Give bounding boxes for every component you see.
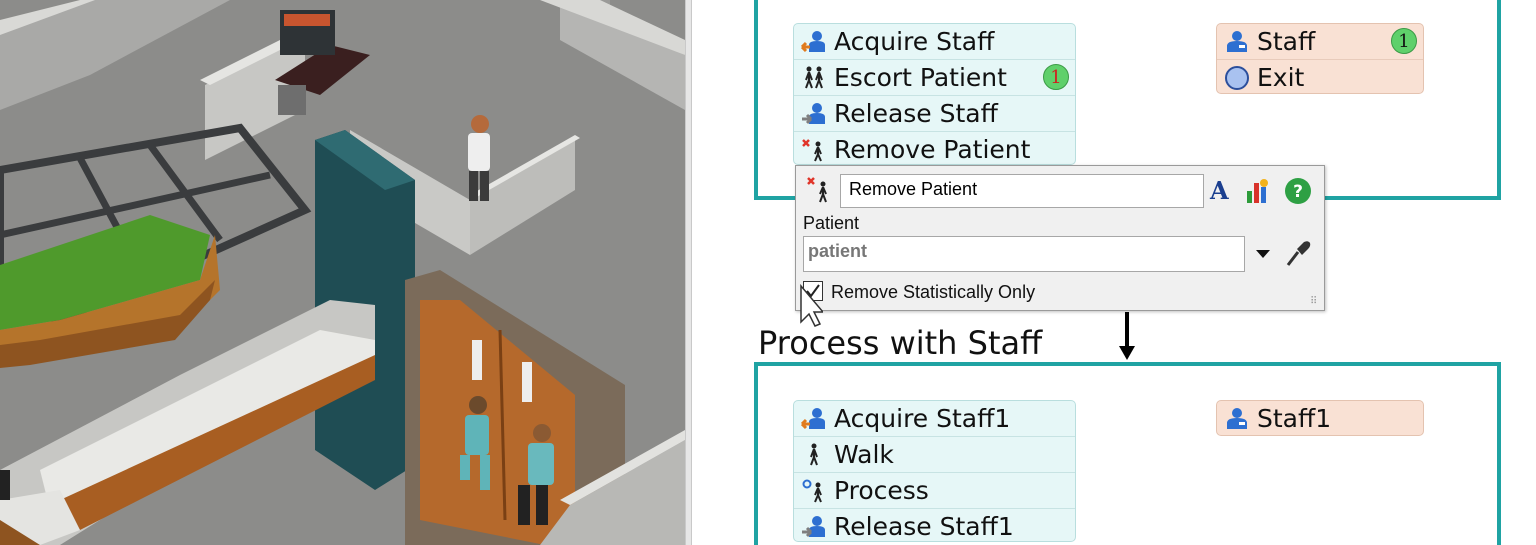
mouse-cursor-icon <box>799 283 825 332</box>
activity-process[interactable]: Process <box>794 472 1075 508</box>
resource-staff[interactable]: Staff 1 <box>1217 24 1423 59</box>
remove-patient-icon <box>800 136 828 164</box>
resource-label: Staff1 <box>1257 404 1332 433</box>
3d-scene-graphic <box>0 0 685 545</box>
dropdown-arrow-icon[interactable] <box>1256 250 1270 258</box>
staff-icon <box>1223 405 1251 433</box>
process-icon <box>800 477 828 505</box>
activity-label: Process <box>834 476 929 505</box>
activity-properties-popup[interactable]: Remove Patient A ? Patient patient Remov… <box>795 165 1325 327</box>
3d-view[interactable] <box>0 0 685 545</box>
resource-count-badge: 1 <box>1391 28 1417 54</box>
activity-list-process[interactable]: Acquire Staff1 Walk Process Release Staf… <box>793 400 1076 542</box>
staff-icon <box>1223 28 1251 56</box>
activity-label: Release Staff1 <box>834 512 1014 541</box>
activity-label: Acquire Staff1 <box>834 404 1011 433</box>
connector-arrowhead <box>1119 346 1135 360</box>
activity-label: Acquire Staff <box>834 27 995 56</box>
activity-escort-patient[interactable]: Escort Patient 1 <box>794 59 1075 95</box>
resource-list-process[interactable]: Staff1 <box>1216 400 1424 436</box>
activity-label: Release Staff <box>834 99 998 128</box>
release-staff-icon <box>800 100 828 128</box>
activity-label: Walk <box>834 440 894 469</box>
svg-text:?: ? <box>1293 182 1303 202</box>
activity-label: Escort Patient <box>834 63 1007 92</box>
activity-release-staff1[interactable]: Release Staff1 <box>794 508 1075 544</box>
activity-acquire-staff[interactable]: Acquire Staff <box>794 24 1075 59</box>
visuals-icon[interactable] <box>1244 177 1272 209</box>
font-icon[interactable]: A <box>1210 176 1229 205</box>
patient-label: Patient <box>803 213 860 233</box>
pane-splitter[interactable] <box>685 0 692 545</box>
resource-label: Staff <box>1257 27 1316 56</box>
walk-icon <box>800 441 828 469</box>
resource-exit[interactable]: Exit <box>1217 59 1423 95</box>
escort-patient-icon <box>800 64 828 92</box>
activity-release-staff[interactable]: Release Staff <box>794 95 1075 131</box>
eyedropper-icon[interactable] <box>1284 238 1312 272</box>
activity-walk[interactable]: Walk <box>794 436 1075 472</box>
resource-label: Exit <box>1257 63 1305 92</box>
connector-line[interactable] <box>1125 312 1129 350</box>
release-staff-icon <box>800 513 828 541</box>
activity-label: Remove Patient <box>834 135 1031 164</box>
activity-count-badge: 1 <box>1043 64 1069 90</box>
remove-statistically-label: Remove Statistically Only <box>831 282 1036 302</box>
activity-name-input[interactable]: Remove Patient <box>840 174 1204 208</box>
activity-remove-patient[interactable]: Remove Patient <box>794 131 1075 167</box>
resource-staff1[interactable]: Staff1 <box>1217 401 1423 436</box>
patient-input[interactable]: patient <box>803 236 1245 272</box>
activity-acquire-staff1[interactable]: Acquire Staff1 <box>794 401 1075 436</box>
activity-list-top[interactable]: Acquire Staff Escort Patient 1 Release S… <box>793 23 1076 165</box>
resize-grip-icon[interactable]: ⠿ <box>1310 296 1317 307</box>
exit-circle-icon <box>1223 64 1251 92</box>
acquire-staff-icon <box>800 405 828 433</box>
help-icon[interactable]: ? <box>1284 177 1312 209</box>
resource-list-top[interactable]: Staff 1 Exit <box>1216 23 1424 94</box>
remove-patient-icon <box>806 176 832 208</box>
acquire-staff-icon <box>800 28 828 56</box>
